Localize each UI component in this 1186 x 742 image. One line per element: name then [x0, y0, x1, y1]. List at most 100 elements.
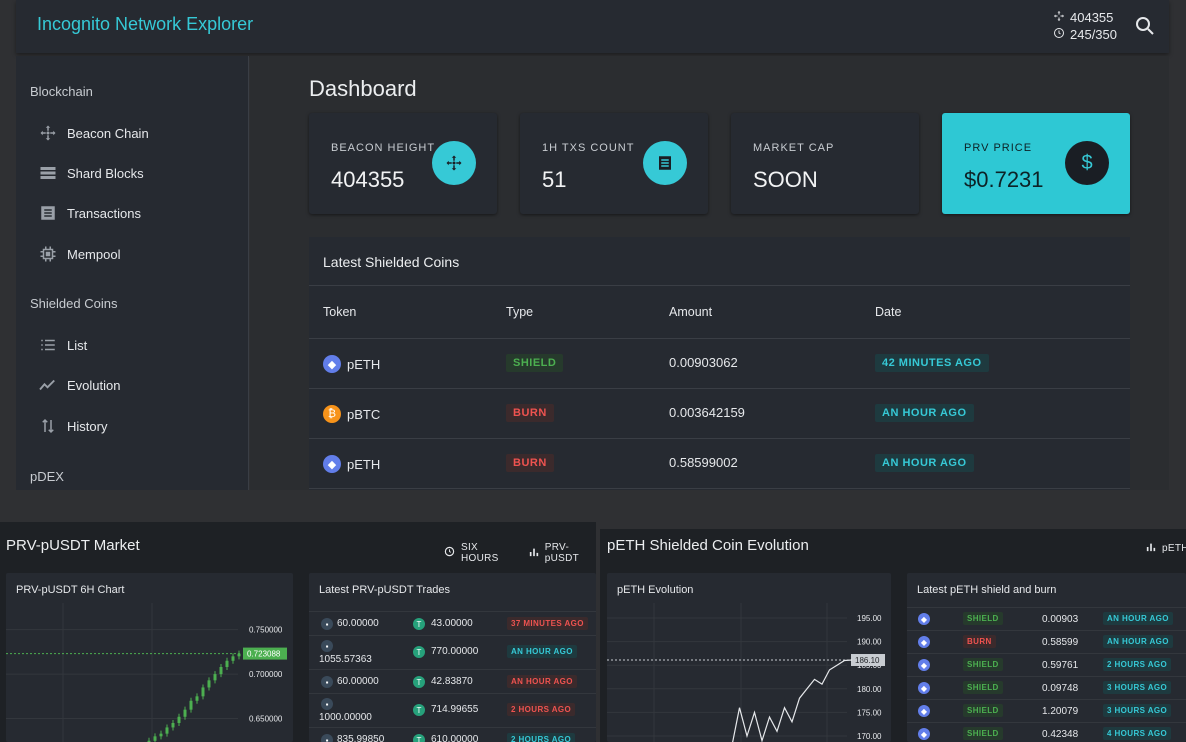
move-icon: [38, 124, 57, 143]
sidebar-item-label: Beacon Chain: [67, 125, 149, 141]
sidebar-item-beacon-chain[interactable]: Beacon Chain: [38, 121, 149, 145]
table-title: Latest Shielded Coins: [323, 254, 460, 270]
chip-icon: [38, 245, 57, 264]
candle: [171, 723, 175, 728]
type-badge: SHIELD: [963, 704, 1003, 717]
topbar-progress: 245/350: [1070, 27, 1117, 42]
trade-amount-prv: 1000.00000: [319, 712, 372, 723]
type-badge: SHIELD: [963, 658, 1003, 671]
sidebar-item-label: Transactions: [67, 205, 141, 221]
trade-amount-prv: 60.00000: [337, 676, 379, 687]
search-icon[interactable]: [1133, 14, 1157, 38]
pair-selector[interactable]: PRV-pUSDT: [545, 542, 596, 564]
trade-amount-usdt: 43.00000: [431, 618, 473, 629]
sidebar-item-mempool[interactable]: Mempool: [38, 242, 120, 266]
shield-burn-card: Latest pETH shield and burn ◆ SHIELD 0.009…: [907, 573, 1186, 742]
sidebar-section-shielded-coins: Shielded Coins: [30, 296, 118, 311]
date-badge: 42 MINUTES AGO: [875, 354, 989, 372]
sidebar: Blockchain Beacon Chain Shard Blocks Tra…: [16, 56, 249, 490]
trade-row[interactable]: ▪ 1000.00000 T 714.99655 2 HOURS AGO: [309, 693, 596, 727]
list-item[interactable]: ◆ SHIELD 1.20079 3 HOURS AGO: [907, 699, 1186, 722]
candle: [153, 736, 157, 741]
amount: 0.00903062: [669, 355, 738, 370]
receipt-icon: [38, 204, 57, 223]
list-item[interactable]: ◆ SHIELD 0.09748 3 HOURS AGO: [907, 676, 1186, 699]
dollar-icon: $: [1065, 141, 1109, 185]
trade-time-badge: AN HOUR AGO: [507, 675, 577, 688]
sidebar-item-history[interactable]: History: [38, 414, 107, 438]
tether-icon: T: [413, 618, 425, 630]
column-header: Token: [323, 305, 357, 319]
date-badge: AN HOUR AGO: [875, 454, 974, 472]
time-badge: AN HOUR AGO: [1103, 612, 1173, 625]
tether-icon: T: [413, 734, 425, 742]
trade-amount-usdt: 610.00000: [431, 734, 479, 742]
ethereum-icon: ◆: [918, 682, 930, 694]
candle: [165, 727, 169, 734]
time-badge: AN HOUR AGO: [1103, 635, 1173, 648]
trade-time-badge: AN HOUR AGO: [507, 645, 577, 658]
card-value: 404355: [331, 167, 405, 192]
table-row[interactable]: ◆ pETH BURN 0.58599002 AN HOUR AGO: [309, 438, 1130, 488]
prv-icon: ▪: [321, 698, 333, 710]
trend-icon: [38, 376, 57, 395]
amount: 0.42348: [1042, 729, 1079, 740]
candle: [201, 687, 205, 697]
type-badge: SHIELD: [963, 681, 1003, 694]
sidebar-section-pdex[interactable]: pDEX: [30, 469, 64, 484]
trade-row[interactable]: ▪ 60.00000 T 43.00000 37 MINUTES AGO: [309, 611, 596, 635]
card-label: PRV PRICE: [964, 142, 1033, 154]
app-title[interactable]: Incognito Network Explorer: [37, 14, 253, 35]
sidebar-item-label: Mempool: [67, 246, 121, 262]
trade-time-badge: 2 HOURS AGO: [507, 703, 576, 716]
trade-row[interactable]: ▪ 1055.57363 T 770.00000 AN HOUR AGO: [309, 635, 596, 669]
bar-chart-icon: [1146, 542, 1156, 555]
time-badge: 3 HOURS AGO: [1103, 681, 1172, 694]
trade-row[interactable]: ▪ 835.99850 T 610.00000 2 HOURS AGO: [309, 727, 596, 742]
trade-amount-prv: 60.00000: [337, 618, 379, 629]
trade-amount-usdt: 770.00000: [431, 646, 479, 657]
y-tick-label: 170.00: [857, 732, 882, 741]
type-badge: SHIELD: [963, 727, 1003, 740]
sidebar-item-list[interactable]: List: [38, 333, 87, 357]
prv-icon: ▪: [321, 676, 333, 688]
sidebar-item-label: Evolution: [67, 377, 121, 393]
candle: [177, 716, 181, 723]
sidebar-item-shard-blocks[interactable]: Shard Blocks: [38, 161, 144, 185]
candle: [159, 733, 163, 737]
list-item[interactable]: ◆ SHIELD 0.59761 2 HOURS AGO: [907, 653, 1186, 676]
table-row[interactable]: ₿ pBTC BURN 0.003642159 AN HOUR AGO: [309, 388, 1130, 438]
amount: 0.00903: [1042, 614, 1079, 625]
list-item[interactable]: ◆ BURN 0.58599 AN HOUR AGO: [907, 630, 1186, 653]
ethereum-icon: ◆: [918, 705, 930, 717]
prv-icon: ▪: [321, 734, 333, 742]
sidebar-item-transactions[interactable]: Transactions: [38, 201, 141, 225]
list-item[interactable]: ◆ SHIELD 0.42348 4 HOURS AGO: [907, 722, 1186, 742]
token-selector[interactable]: pETH: [1162, 543, 1186, 554]
clock-icon: [1053, 26, 1065, 43]
sidebar-item-evolution[interactable]: Evolution: [38, 373, 120, 397]
panel-title: PRV-pUSDT Market: [6, 537, 140, 554]
card-label: MARKET CAP: [753, 142, 835, 154]
amount: 0.09748: [1042, 683, 1079, 694]
market-cap-card: MARKET CAP SOON: [731, 113, 919, 214]
candle: [183, 709, 187, 717]
bar-chart-icon: [529, 547, 539, 560]
page-title: Dashboard: [309, 76, 417, 101]
top-bar: Incognito Network Explorer 404355 245/35…: [16, 0, 1169, 53]
ethereum-icon: ◆: [323, 355, 341, 373]
card-title: Latest PRV-pUSDT Trades: [319, 584, 451, 596]
trade-row[interactable]: ▪ 60.00000 T 42.83870 AN HOUR AGO: [309, 669, 596, 693]
y-tick-label: 0.650000: [249, 715, 283, 724]
prv-icon: ▪: [321, 640, 333, 652]
card-label: BEACON HEIGHT: [331, 142, 436, 154]
column-header: Amount: [669, 305, 713, 319]
move-icon: [1053, 9, 1065, 26]
candle: [231, 656, 235, 661]
list-item[interactable]: ◆ SHIELD 0.00903 AN HOUR AGO: [907, 607, 1186, 630]
candlestick-chart[interactable]: 0.750000 0.700000 0.650000 0.723088: [6, 573, 293, 742]
range-selector[interactable]: SIX HOURS: [461, 542, 511, 564]
evolution-line-chart[interactable]: 195.00190.00185.00180.00175.00170.00186.…: [607, 573, 891, 742]
time-badge: 3 HOURS AGO: [1103, 704, 1172, 717]
table-row[interactable]: ◆ pETH SHIELD 0.00903062 42 MINUTES AGO: [309, 338, 1130, 388]
